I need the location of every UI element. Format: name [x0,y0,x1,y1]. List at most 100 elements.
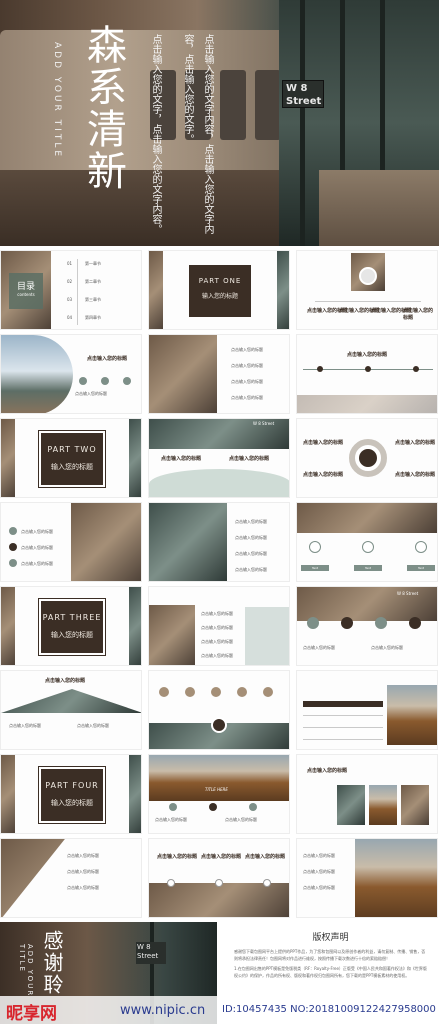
slide-process[interactable] [148,670,290,750]
slide-three-tags[interactable]: Text Text Text [296,502,438,582]
column-text: 点击输入您的标题 [77,723,109,728]
slide-street-tags[interactable]: W 8 Street 点击输入您的标题 点击输入您的标题 [296,586,438,666]
strip-photo [401,785,429,825]
part-title: 输入您的标题 [51,463,93,471]
feature-label: 点击输入您的标题 [75,391,107,396]
part-title: 输入您的标题 [201,293,238,300]
slide-diagonal[interactable]: 点击输入您的标题 点击输入您的标题 点击输入您的标题 [0,838,142,918]
part-title: 输入您的标题 [51,631,93,639]
list-row: 点击输入您的标题 [67,885,99,890]
part-label: PART TWO [47,445,97,454]
part-label: PART ONE [198,277,242,285]
tag-icon [307,617,319,629]
slide-lake[interactable]: 点击输入您的标题 点击输入您的标题 [0,334,142,414]
slide-part-one[interactable]: PART ONE 输入您的标题 [148,250,290,330]
col-icon [215,879,223,887]
toc-item-label[interactable]: 第三章节 [85,297,101,303]
list-row: 点击输入您的标题 [235,551,267,556]
list-row: 点击输入您的标题 [21,545,53,550]
feature-icon [79,377,87,385]
toc-item-number: 03 [67,297,73,302]
toc-title: 目录 [16,282,35,292]
title-here: TITLE HERE [205,787,228,792]
text-tag[interactable]: Text [354,565,382,571]
list-row: 点击输入您的标题 [201,611,233,616]
process-icon [237,687,247,697]
slide-street[interactable]: W 8 Street 点击输入您的标题 点击输入您的标题 [148,418,290,498]
slide-timeline[interactable]: 点击输入您的标题 [296,334,438,414]
footer-photo [297,395,437,413]
train-photo [71,503,141,581]
slide-photo-strip[interactable]: 点击输入您的标题 [296,754,438,834]
train-window [220,70,246,140]
hero-subtitle: ADD YOUR TITLE [52,42,62,160]
point-icon [209,803,217,811]
footer-photo [149,883,289,917]
list-row: 点击输入您的标题 [201,625,233,630]
slide-title: 点击输入您的标题 [307,768,348,774]
copyright-title: 版权声明 [312,933,349,943]
list-row: 点击输入您的标题 [235,567,267,572]
toc-subtitle: contents [17,292,35,297]
slide-table[interactable] [296,670,438,750]
point-icon [249,803,257,811]
platform-floor [319,170,439,246]
slide-train-list[interactable]: 点击输入您的标题 点击输入您的标题 点击输入您的标题 [0,502,142,582]
watermark-site[interactable]: www.nipic.cn [120,1003,205,1018]
side-panel [245,607,289,665]
side-photo [149,251,163,329]
slide-camera-cols[interactable]: 点击输入您的标题 点击输入您的标题 点击输入您的标题 [148,838,290,918]
text-tag[interactable]: Text [407,565,435,571]
part-title-box: PART ONE 输入您的标题 [189,265,251,317]
col-title: 点击输入您的标题 [157,854,198,860]
slide-part-four[interactable]: PART FOUR 输入您的标题 [0,754,142,834]
tag-icon [415,541,427,553]
slide-station-list[interactable]: 点击输入您的标题 点击输入您的标题 点击输入您的标题 点击输入您的标题 [148,502,290,582]
slide-title: 点击输入您的标题 [347,352,388,358]
slide-title-here[interactable]: TITLE HERE 点击输入您的标题 点击输入您的标题 [148,754,290,834]
street-sign: W 8 Street [282,80,324,108]
table-row [303,715,383,716]
list-row: 点击输入您的标题 [201,653,233,658]
slide-toc[interactable]: 目录 contents 01 第一章节 02 第二章节 03 第三章节 04 第… [0,250,142,330]
slide-title: 点击输入您的标题 [87,356,128,362]
part-label: PART FOUR [45,781,99,790]
toc-item-label[interactable]: 第四章节 [85,315,101,321]
point-text: 点击输入您的标题 [155,817,187,822]
text-tag[interactable]: Text [301,565,329,571]
banner-photo [297,503,437,533]
slide-road[interactable]: 点击输入您的标题 点击输入您的标题 点击输入您的标题 [296,838,438,918]
column-text: 点击输入您的标题 [9,723,41,728]
col-title: 点击输入您的标题 [201,854,242,860]
node-title: 点击输入您的标题 [403,308,434,321]
watermark-logo: 昵享网 [6,1004,57,1024]
side-photo [129,755,141,833]
toc-item-number: 04 [67,315,73,320]
side-photo [1,419,15,497]
list-row: 点击输入您的标题 [235,535,267,540]
slide-part-two[interactable]: PART TWO 输入您的标题 [0,418,142,498]
feature-icon [123,377,131,385]
timeline-dot [413,366,419,372]
list-row: 点击输入您的标题 [303,885,335,890]
list-row: 点击输入您的标题 [21,561,53,566]
slide-camera[interactable]: 点击输入您的标题 点击输入您的标题 点击输入您的标题 点击输入您的标题 [148,586,290,666]
col-title: 点击输入您的标题 [245,854,286,860]
roof-photo [1,689,141,713]
slide-list-hand[interactable]: 点击输入您的标题 点击输入您的标题 点击输入您的标题 点击输入您的标题 [148,334,290,414]
toc-item-label[interactable]: 第一章节 [85,261,101,267]
slide-part-three[interactable]: PART THREE 输入您的标题 [0,586,142,666]
strip-photo [369,785,397,825]
process-icon [185,687,195,697]
toc-item-label[interactable]: 第二章节 [85,279,101,285]
slide-tree-diagram[interactable]: 点击输入您的标题 点击输入您的标题 点击输入您的标题 点击输入您的标题 [296,250,438,330]
tag-icon [309,541,321,553]
slide-cycle[interactable]: 点击输入您的标题 点击输入您的标题 点击输入您的标题 点击输入您的标题 [296,418,438,498]
hand-photo [149,335,217,413]
slide-roof[interactable]: 点击输入您的标题 点击输入您的标题 点击输入您的标题 [0,670,142,750]
list-row: 点击输入您的标题 [67,853,99,858]
street-sign: W 8 Street [397,591,419,596]
side-photo [1,755,15,833]
street-sign: W 8 Street [253,421,275,426]
feature-icon [101,377,109,385]
